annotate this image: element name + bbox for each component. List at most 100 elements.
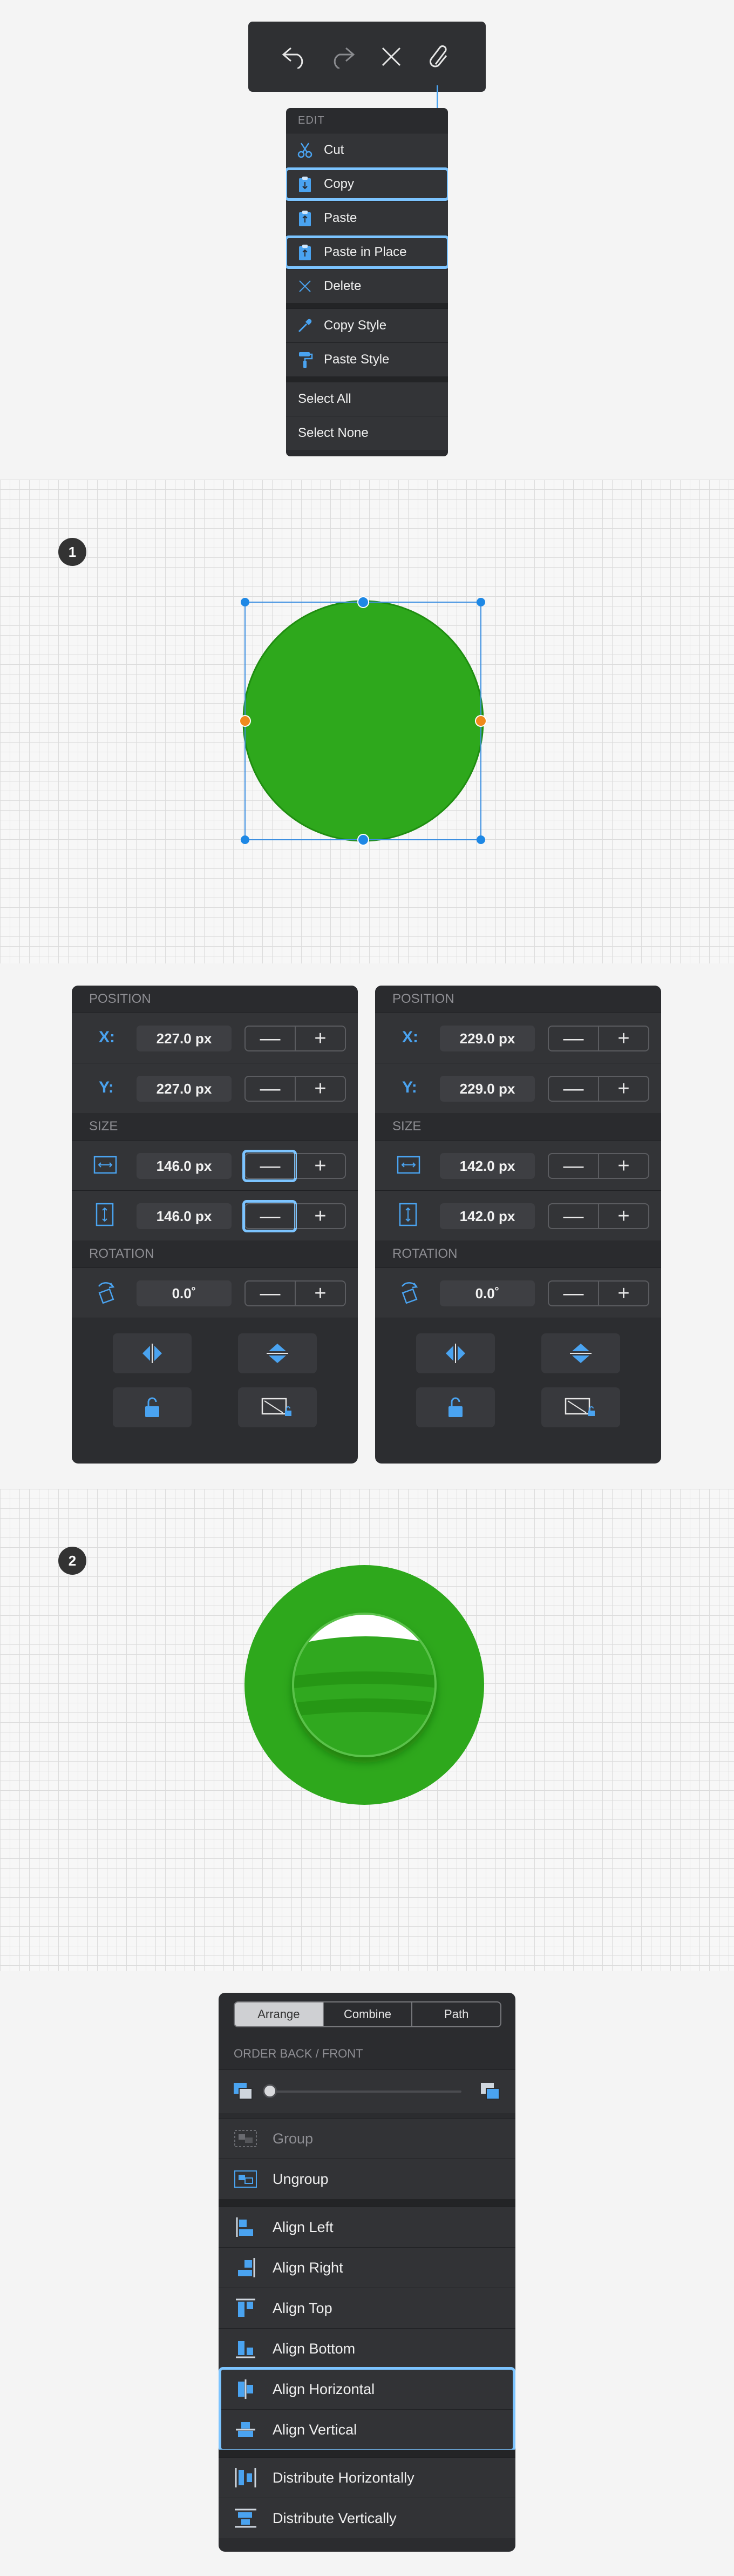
menu-item-copy-style[interactable]: Copy Style <box>286 308 448 342</box>
rotation-title: ROTATION <box>375 1240 661 1267</box>
clipboard-icon <box>286 176 324 193</box>
send-to-back-icon <box>233 2082 254 2104</box>
decrement-button[interactable]: — <box>246 1027 295 1050</box>
width-stepper: — + <box>242 1150 346 1182</box>
edit-menu: EDIT Cut Copy Paste Paste in Place Delet… <box>286 108 448 456</box>
x-row: X: 227.0 px — + <box>72 1013 358 1063</box>
ungroup-button[interactable]: Ungroup <box>219 2159 515 2199</box>
x-icon <box>286 279 324 293</box>
group-label: Group <box>273 2130 314 2147</box>
proportion-lock-button[interactable] <box>541 1387 620 1427</box>
increment-button[interactable]: + <box>295 1204 345 1228</box>
rotation-row: 0.0˚ — + <box>72 1267 358 1318</box>
button-artwork <box>244 1565 484 1805</box>
proportion-lock-button[interactable] <box>238 1387 317 1427</box>
menu-item-label: Copy <box>324 177 355 191</box>
menu-item-cut[interactable]: Cut <box>286 133 448 167</box>
increment-button[interactable]: + <box>598 1027 648 1050</box>
distribute-vertically-button[interactable]: Distribute Vertically <box>219 2498 515 2538</box>
decrement-button[interactable]: — <box>549 1204 598 1228</box>
decrement-button[interactable]: — <box>549 1282 598 1305</box>
step-badge: 1 <box>58 538 86 566</box>
align-vertical-button[interactable]: Align Vertical <box>219 2409 515 2450</box>
y-input[interactable]: 227.0 px <box>137 1076 232 1102</box>
x-label: X: <box>99 1028 115 1046</box>
tab-combine[interactable]: Combine <box>322 2002 412 2026</box>
increment-button[interactable]: + <box>295 1077 345 1101</box>
increment-button[interactable]: + <box>295 1154 345 1178</box>
increment-button[interactable]: + <box>598 1154 648 1178</box>
selected-circle[interactable] <box>232 594 491 853</box>
order-title: ORDER BACK / FRONT <box>234 2047 363 2060</box>
increment-button[interactable]: + <box>598 1204 648 1228</box>
decrement-button[interactable]: — <box>549 1077 598 1101</box>
size-title: SIZE <box>375 1113 661 1140</box>
increment-button[interactable]: + <box>295 1282 345 1305</box>
decrement-button[interactable]: — <box>246 1282 295 1305</box>
step-badge: 2 <box>58 1547 86 1575</box>
y-input[interactable]: 229.0 px <box>440 1076 535 1102</box>
menu-item-select-none[interactable]: Select None <box>286 416 448 450</box>
menu-item-label: Cut <box>324 143 344 157</box>
tab-arrange[interactable]: Arrange <box>235 2002 323 2026</box>
align-horizontal-button[interactable]: Align Horizontal <box>219 2369 515 2409</box>
decrement-button[interactable]: — <box>242 1200 297 1232</box>
paperclip-icon[interactable] <box>424 41 456 73</box>
undo-icon[interactable] <box>278 41 310 73</box>
align-left-button[interactable]: Align Left <box>219 2207 515 2247</box>
paint-roller-icon <box>286 351 324 368</box>
distribute-horizontally-button[interactable]: Distribute Horizontally <box>219 2457 515 2498</box>
tab-path[interactable]: Path <box>411 2002 500 2026</box>
menu-item-delete[interactable]: Delete <box>286 269 448 303</box>
order-slider-track[interactable] <box>270 2091 461 2093</box>
decrement-button[interactable]: — <box>246 1077 295 1101</box>
increment-button[interactable]: + <box>295 1027 345 1050</box>
align-right-label: Align Right <box>273 2259 343 2276</box>
increment-button[interactable]: + <box>598 1282 648 1305</box>
flip-horizontal-button[interactable] <box>113 1333 192 1373</box>
decrement-button[interactable]: — <box>242 1150 297 1182</box>
align-right-button[interactable]: Align Right <box>219 2247 515 2288</box>
unlock-button[interactable] <box>113 1387 192 1427</box>
y-label: Y: <box>99 1078 114 1096</box>
height-row: 146.0 px — + <box>72 1190 358 1240</box>
rotation-stepper: — + <box>244 1280 346 1306</box>
height-icon <box>399 1203 417 1229</box>
height-input[interactable]: 142.0 px <box>440 1203 535 1229</box>
align-top-icon <box>219 2297 273 2319</box>
redo-icon[interactable] <box>327 41 359 73</box>
order-slider-thumb[interactable] <box>263 2084 277 2098</box>
decrement-button[interactable]: — <box>549 1154 598 1178</box>
menu-item-paste[interactable]: Paste <box>286 201 448 235</box>
flip-vertical-button[interactable] <box>541 1333 620 1373</box>
menu-item-select-all[interactable]: Select All <box>286 382 448 416</box>
flip-horizontal-button[interactable] <box>416 1333 495 1373</box>
rotation-input[interactable]: 0.0˚ <box>137 1280 232 1306</box>
height-input[interactable]: 146.0 px <box>137 1203 232 1229</box>
flip-vertical-button[interactable] <box>238 1333 317 1373</box>
group-button[interactable]: Group <box>219 2118 515 2159</box>
x-row: X: 229.0 px — + <box>375 1013 661 1063</box>
x-input[interactable]: 227.0 px <box>137 1026 232 1051</box>
clipboard-icon <box>286 244 324 261</box>
align-bottom-button[interactable]: Align Bottom <box>219 2328 515 2369</box>
position-title: POSITION <box>375 986 661 1013</box>
width-input[interactable]: 142.0 px <box>440 1153 535 1179</box>
menu-item-label: Paste <box>324 211 357 225</box>
group-icon <box>219 2129 273 2148</box>
width-input[interactable]: 146.0 px <box>137 1153 232 1179</box>
close-icon[interactable] <box>375 41 407 73</box>
unlock-button[interactable] <box>416 1387 495 1427</box>
menu-item-paste-style[interactable]: Paste Style <box>286 342 448 376</box>
increment-button[interactable]: + <box>598 1077 648 1101</box>
distribute-horizontally-icon <box>219 2467 273 2489</box>
width-icon <box>93 1156 117 1177</box>
decrement-button[interactable]: — <box>549 1027 598 1050</box>
menu-item-paste-in-place[interactable]: Paste in Place <box>286 235 448 269</box>
align-left-label: Align Left <box>273 2218 334 2235</box>
x-input[interactable]: 229.0 px <box>440 1026 535 1051</box>
menu-item-copy[interactable]: Copy <box>286 167 448 201</box>
rotation-title: ROTATION <box>72 1240 358 1267</box>
rotation-input[interactable]: 0.0˚ <box>440 1280 535 1306</box>
align-top-button[interactable]: Align Top <box>219 2288 515 2328</box>
